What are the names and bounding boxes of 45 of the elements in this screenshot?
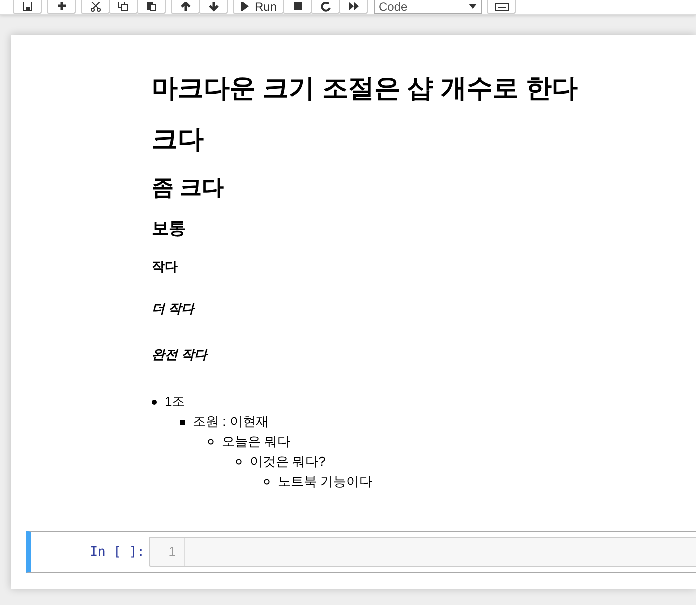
- caret-icon: [469, 4, 478, 9]
- list-item: 이것은 뭐다?: [250, 453, 326, 471]
- plus-icon: [56, 2, 68, 12]
- keyboard-button[interactable]: [487, 0, 516, 14]
- toolbar-button[interactable]: [199, 0, 228, 14]
- toolbar-button[interactable]: [171, 0, 200, 14]
- list-item: 조원 : 이현재: [193, 413, 269, 431]
- scissors-icon: [90, 2, 102, 12]
- toolbar-button[interactable]: [13, 0, 42, 14]
- toolbar-button[interactable]: [81, 0, 110, 14]
- heading: 작다: [152, 258, 179, 276]
- toolbar-button[interactable]: [47, 0, 76, 14]
- paste-icon: [146, 2, 158, 12]
- circle-bullet-icon: [264, 479, 270, 485]
- toolbar-button[interactable]: [311, 0, 340, 14]
- bullet-icon: [152, 400, 157, 404]
- circle-bullet-icon: [236, 459, 242, 465]
- arrow-down-icon: [208, 2, 220, 12]
- code-cell[interactable]: In [ ]: 1: [26, 531, 696, 573]
- arrow-up-icon: [180, 2, 192, 12]
- list-item: 노트북 기능이다: [278, 473, 373, 491]
- input-prompt: In [ ]:: [89, 544, 146, 560]
- toolbar-button[interactable]: [339, 0, 368, 14]
- toolbar-button[interactable]: Run: [233, 0, 284, 14]
- heading: 마크다운 크기 조절은 샵 개수로 한다: [152, 72, 580, 105]
- heading: 좀 크다: [152, 174, 226, 202]
- fast-forward-icon: [348, 2, 360, 12]
- square-bullet-icon: [180, 420, 185, 424]
- heading: 더 작다: [152, 300, 197, 318]
- cell-type-dropdown[interactable]: Code: [374, 0, 482, 14]
- heading: 보통: [152, 218, 187, 240]
- list-item: 오늘은 뭐다: [222, 433, 291, 451]
- keyboard-icon: [494, 2, 509, 10]
- restart-icon: [320, 2, 332, 12]
- heading: 완전 작다: [152, 346, 210, 364]
- toolbar-button[interactable]: [137, 0, 166, 14]
- copy-icon: [118, 2, 130, 12]
- toolbar-button[interactable]: [109, 0, 138, 14]
- line-number: 1: [150, 538, 185, 566]
- heading: 크다: [152, 123, 205, 156]
- stop-icon: [292, 2, 304, 12]
- circle-bullet-icon: [208, 439, 214, 445]
- toolbar-button[interactable]: [283, 0, 312, 14]
- save-icon: [22, 2, 34, 12]
- list-item: 1조: [165, 393, 186, 411]
